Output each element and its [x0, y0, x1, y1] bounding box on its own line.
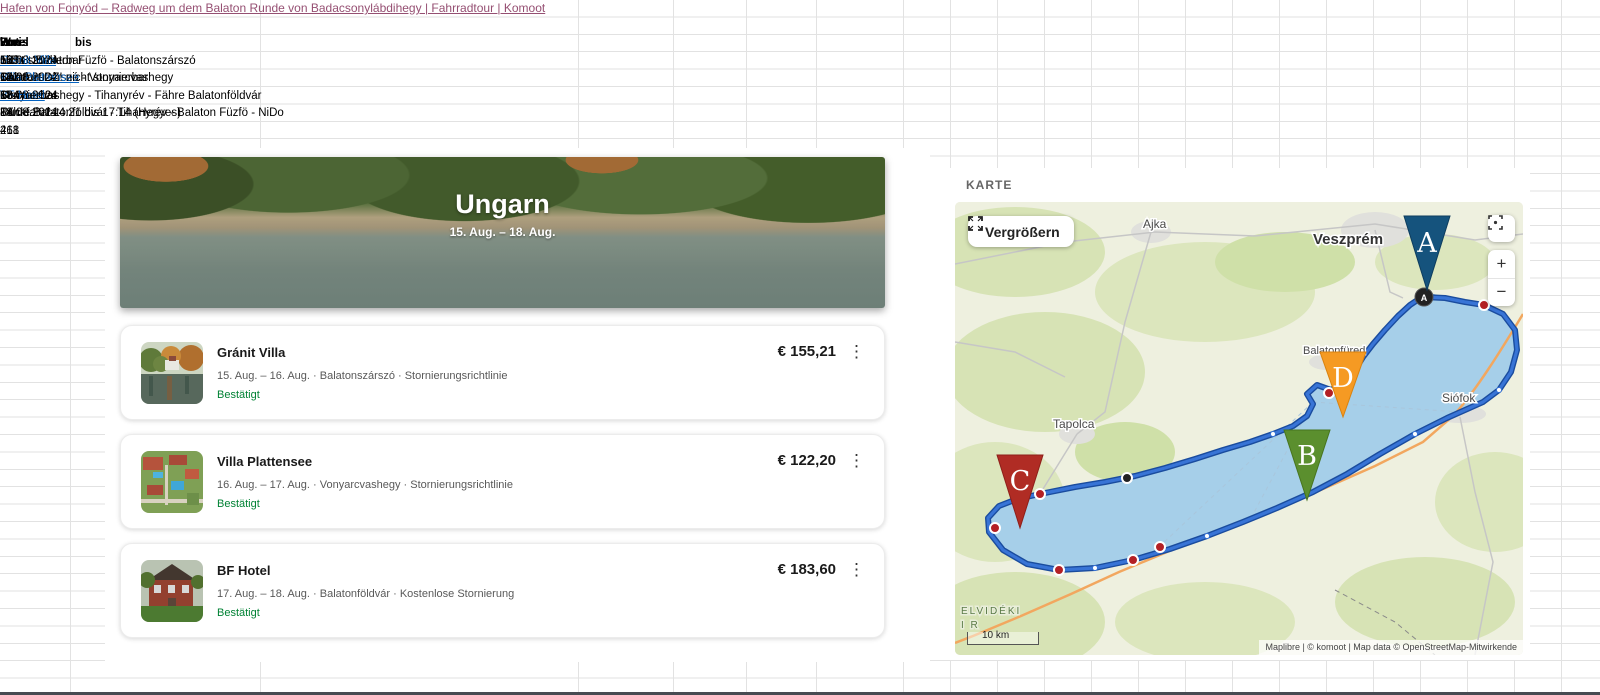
- zoom-out-button[interactable]: −: [1488, 279, 1515, 307]
- table-cell: Comfort DZ! nicht stornierbar: [0, 70, 148, 87]
- table-cell: 34: [0, 105, 13, 122]
- status-badge: Bestätigt: [217, 498, 260, 510]
- booking-widget: Ungarn 15. Aug. – 18. Aug. Gránit Villa …: [105, 148, 930, 662]
- hotel-thumbnail: [141, 560, 203, 622]
- svg-text:A: A: [1416, 228, 1437, 259]
- hotel-price: € 122,20: [778, 452, 836, 469]
- hotel-meta: 17. Aug. – 18. Aug. · Balatonföldvár · K…: [217, 588, 514, 600]
- svg-text:C: C: [1010, 466, 1031, 497]
- hotel-price: € 155,21: [778, 343, 836, 360]
- city-label-tapolca: Tapolca: [1053, 417, 1095, 431]
- spreadsheet-window: Hafen von Fonyód – Radweg um dem Balaton…: [0, 0, 1600, 695]
- hotel-meta: 15. Aug. – 16. Aug. · Balatonszárszó · S…: [217, 370, 507, 382]
- table-header-row: von bis Wo Hotel Preis km: [0, 35, 1600, 52]
- hotel-name: BF Hotel: [217, 563, 270, 578]
- table-row: 15.08.2024 16.08.2024 NiDo - Balaton Füz…: [0, 53, 1600, 70]
- fullscreen-icon: [1488, 215, 1503, 230]
- table-cell: nicht stornierbar: [0, 53, 82, 70]
- table-row: 16.08.2024 17.08.2024 Balatonszárszó - V…: [0, 70, 1600, 87]
- status-badge: Bestätigt: [217, 607, 260, 619]
- map-enlarge-label: Vergrößern: [985, 224, 1060, 240]
- hotel-thumbnail: [141, 451, 203, 513]
- city-label-siofok: Siófok: [1442, 391, 1476, 405]
- table-row: 17.08.2024 18.08.2024 Vonyarcvashegy - T…: [0, 88, 1600, 105]
- total-km: 218: [0, 123, 19, 140]
- trip-title: Ungarn: [120, 189, 885, 220]
- header-km: km: [0, 35, 17, 52]
- map-enlarge-button[interactable]: Vergrößern: [968, 216, 1074, 247]
- hotel-card-granit-villa[interactable]: Gránit Villa 15. Aug. – 16. Aug. · Balat…: [120, 325, 885, 420]
- kebab-menu-icon[interactable]: ⋮: [848, 560, 864, 580]
- hotel-thumbnail: [141, 342, 203, 404]
- title-row: Hafen von Fonyód – Radweg um dem Balaton…: [0, 0, 1600, 17]
- hotel-meta: 16. Aug. – 17. Aug. · Vonyarcvashegy · S…: [217, 479, 513, 491]
- zoom-controls: + −: [1488, 250, 1515, 306]
- svg-text:D: D: [1332, 363, 1354, 394]
- totals-row: 461 218: [0, 123, 1600, 140]
- route-start-marker: A: [1415, 288, 1433, 306]
- hotel-price: € 183,60: [778, 561, 836, 578]
- city-label-ajka: Ajka: [1143, 217, 1167, 231]
- header-bis: bis: [75, 35, 92, 52]
- hotel-name: Villa Plattensee: [217, 454, 312, 469]
- svg-text:B: B: [1297, 441, 1317, 472]
- komoot-title-link[interactable]: Hafen von Fonyód – Radweg um dem Balaton…: [0, 1, 545, 15]
- zoom-in-button[interactable]: +: [1488, 250, 1515, 278]
- table-cell: Fähre Balatonföldvár - Tihanyrév - Balat…: [0, 105, 284, 122]
- trip-hero-image: Ungarn 15. Aug. – 18. Aug.: [120, 157, 885, 308]
- park-label: I R: [961, 620, 980, 631]
- status-badge: Bestätigt: [217, 389, 260, 401]
- fullscreen-button[interactable]: [1488, 215, 1515, 242]
- table-cell: Stornierbar: [0, 88, 57, 105]
- map-section-label: KARTE: [966, 178, 1012, 192]
- city-label-veszprem: Veszprém: [1313, 231, 1383, 248]
- map-attribution: Maplibre | © komoot | Map data © OpenStr…: [1259, 640, 1523, 655]
- svg-text:A: A: [1421, 293, 1428, 303]
- hotel-card-bf-hotel[interactable]: BF Hotel 17. Aug. – 18. Aug. · Balatonfö…: [120, 543, 885, 638]
- kebab-menu-icon[interactable]: ⋮: [848, 451, 864, 471]
- map-widget: KARTE: [930, 168, 1530, 660]
- scale-label: 10 km: [982, 630, 1009, 641]
- hotel-card-villa-plattensee[interactable]: Villa Plattensee 16. Aug. – 17. Aug. · V…: [120, 434, 885, 529]
- map-canvas[interactable]: A Ajka Veszprém Balatonfüred Siófok Tapo…: [955, 202, 1523, 655]
- trip-dates: 15. Aug. – 18. Aug.: [120, 225, 885, 239]
- hotel-name: Gránit Villa: [217, 345, 285, 360]
- kebab-menu-icon[interactable]: ⋮: [848, 342, 864, 362]
- table-row: 18.08.2024 Rückfahrt 14:21 bis 17:14 (He…: [0, 105, 1600, 122]
- map-scale-bar: 10 km: [967, 632, 1039, 645]
- park-label: ELVIDÉKI: [961, 604, 1021, 617]
